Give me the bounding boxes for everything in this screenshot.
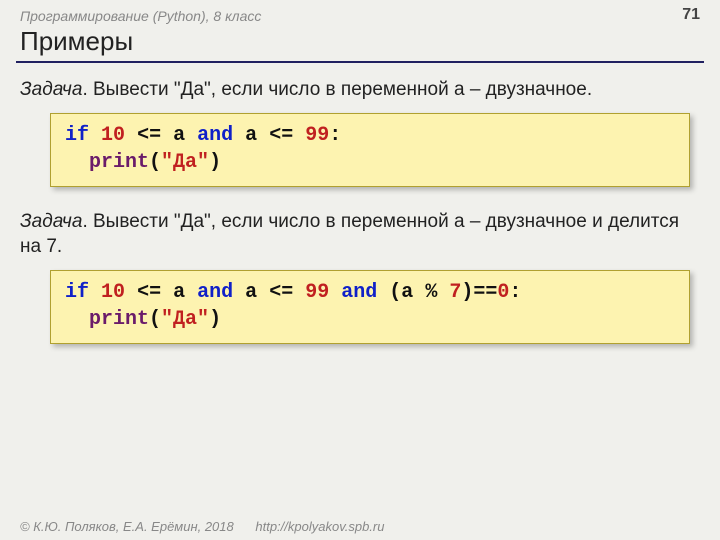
task-label: Задача (20, 211, 82, 232)
paren-close: ) (461, 281, 473, 304)
paren-open: ( (389, 281, 401, 304)
indent (65, 151, 89, 174)
keyword-and: and (197, 281, 233, 304)
colon: : (329, 124, 341, 147)
var-a: a (245, 281, 257, 304)
colon: : (509, 281, 521, 304)
literal-7: 7 (449, 281, 461, 304)
paren-close: ) (209, 308, 221, 331)
indent (65, 308, 89, 331)
paren-open: ( (149, 151, 161, 174)
string-da: "Да" (161, 151, 209, 174)
course-name: Программирование (Python), 8 класс (20, 8, 261, 24)
slide-footer: © К.Ю. Поляков, Е.А. Ерёмин, 2018 http:/… (0, 519, 720, 534)
task-1: Задача. Вывести "Да", если число в перем… (20, 77, 700, 103)
slide-title: Примеры (0, 24, 720, 61)
slide-content: Задача. Вывести "Да", если число в перем… (0, 63, 720, 344)
keyword-if: if (65, 124, 89, 147)
op-eq: == (473, 281, 497, 304)
literal-99: 99 (305, 281, 329, 304)
task-text: . Вывести "Да", если число в переменной … (20, 211, 679, 258)
literal-0: 0 (497, 281, 509, 304)
keyword-and: and (341, 281, 377, 304)
task-2: Задача. Вывести "Да", если число в перем… (20, 209, 700, 260)
literal-10: 10 (101, 281, 125, 304)
var-a: a (401, 281, 413, 304)
footer-url: http://kpolyakov.spb.ru (255, 519, 384, 534)
task-label: Задача (20, 79, 82, 100)
keyword-and: and (197, 124, 233, 147)
paren-close: ) (209, 151, 221, 174)
op-le: <= (269, 124, 293, 147)
var-a: a (173, 281, 185, 304)
literal-99: 99 (305, 124, 329, 147)
op-le: <= (269, 281, 293, 304)
copyright: © К.Ю. Поляков, Е.А. Ерёмин, 2018 (20, 519, 234, 534)
keyword-if: if (65, 281, 89, 304)
task-text: . Вывести "Да", если число в переменной … (82, 79, 592, 100)
op-mod: % (425, 281, 437, 304)
op-le: <= (137, 124, 161, 147)
code-block-1: if 10 <= a and a <= 99: print("Да") (50, 113, 690, 187)
fn-print: print (89, 308, 149, 331)
code-block-2: if 10 <= a and a <= 99 and (a % 7)==0: p… (50, 270, 690, 344)
slide-header: Программирование (Python), 8 класс 71 (0, 0, 720, 24)
op-le: <= (137, 281, 161, 304)
literal-10: 10 (101, 124, 125, 147)
var-a: a (173, 124, 185, 147)
var-a: a (245, 124, 257, 147)
fn-print: print (89, 151, 149, 174)
paren-open: ( (149, 308, 161, 331)
page-number: 71 (682, 6, 700, 24)
string-da: "Да" (161, 308, 209, 331)
